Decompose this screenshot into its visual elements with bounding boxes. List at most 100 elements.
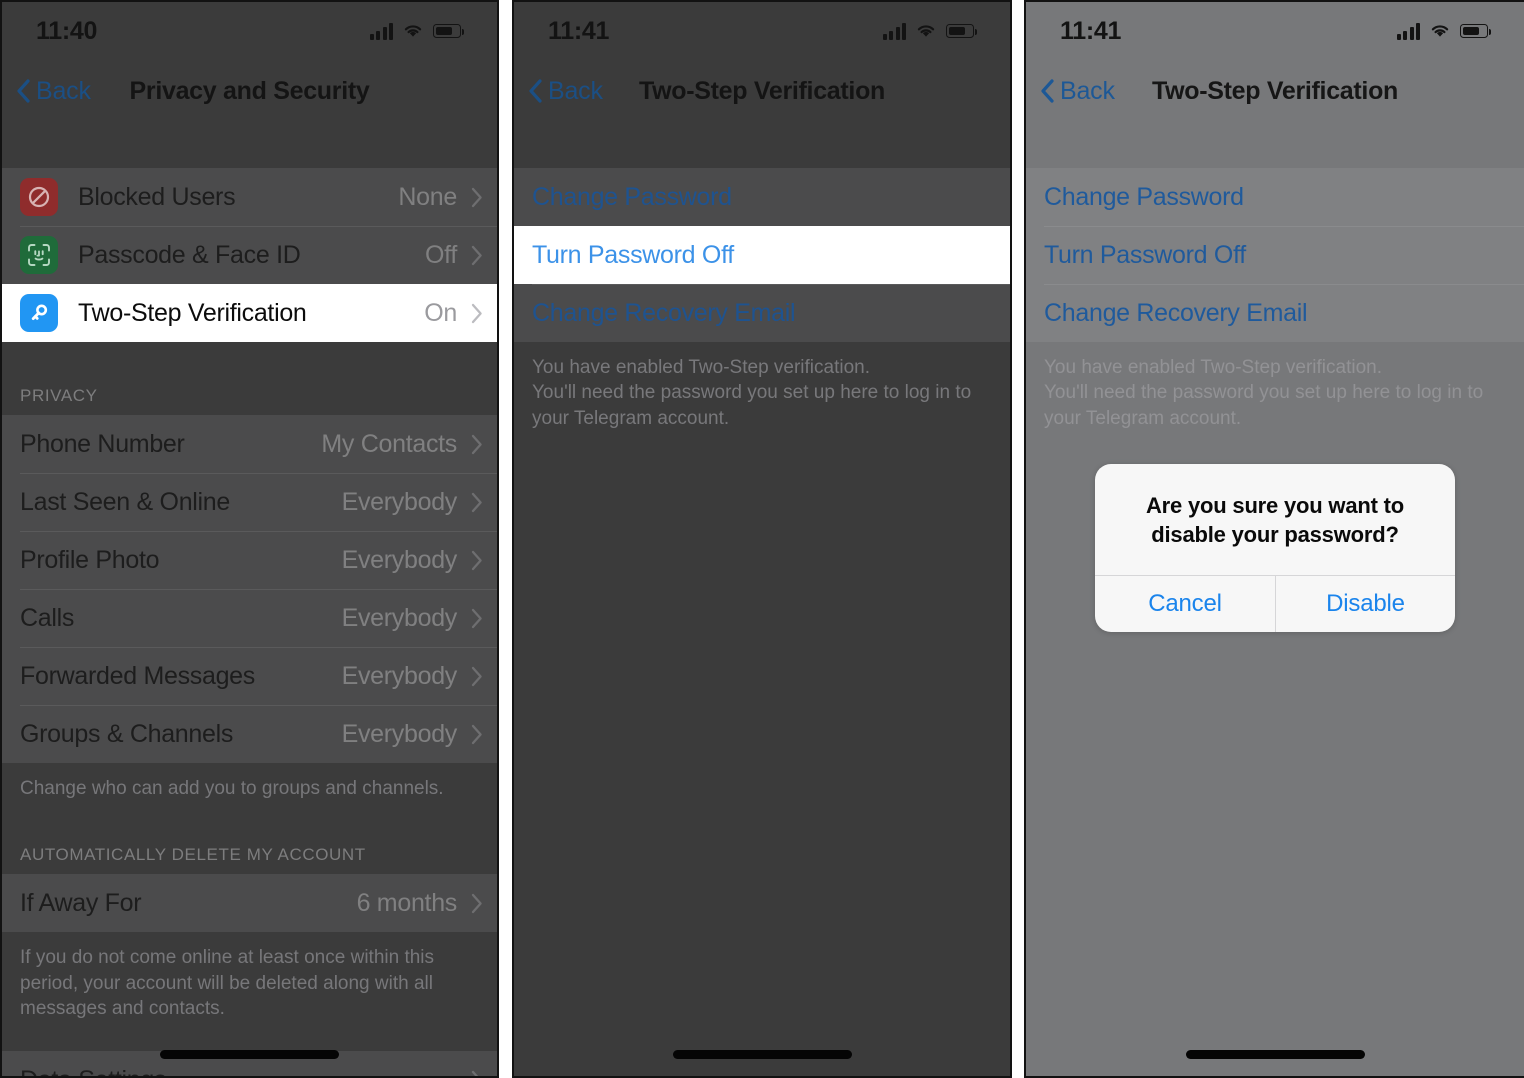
back-button[interactable]: Back: [528, 77, 603, 106]
row-label: Groups & Channels: [20, 719, 234, 748]
cancel-button[interactable]: Cancel: [1095, 576, 1275, 632]
screen-two-step-verification-alert: 11:41 Back Two-Step Verification Change …: [1026, 2, 1524, 1076]
alert-actions: Cancel Disable: [1095, 575, 1455, 633]
chevron-right-icon: [471, 608, 482, 628]
list-top-spacer: [2, 122, 497, 168]
row-if-away-for[interactable]: If Away For 6 months: [2, 874, 497, 932]
screenshot-stage: 11:40 Back Privacy and Security Blocked …: [0, 0, 1524, 1078]
row-change-password[interactable]: Change Password: [514, 168, 1010, 226]
row-label: Last Seen & Online: [20, 487, 231, 516]
cellular-bars-icon: [1396, 22, 1420, 40]
key-icon: [20, 294, 58, 332]
row-label: Turn Password Off: [532, 240, 734, 269]
chevron-right-icon: [471, 245, 482, 265]
disable-password-alert: Are you sure you want to disable your pa…: [1095, 464, 1455, 633]
back-button[interactable]: Back: [16, 77, 91, 106]
row-value: Everybody: [341, 603, 458, 632]
back-label: Back: [36, 76, 91, 105]
two-step-action-list: Change Password Turn Password Off Change…: [514, 168, 1010, 342]
row-value: On: [424, 298, 457, 327]
battery-icon: [946, 24, 977, 38]
chevron-right-icon: [471, 434, 482, 454]
list-top-spacer: [1026, 122, 1524, 168]
row-value: My Contacts: [321, 429, 457, 458]
chevron-right-icon: [471, 893, 482, 913]
chevron-left-icon: [529, 79, 542, 103]
delete-section-spacer: [2, 801, 497, 846]
two-step-footer: You have enabled Two-Step verification. …: [1044, 357, 1484, 429]
wifi-icon: [917, 25, 935, 37]
row-value: 6 months: [356, 888, 458, 917]
wifi-icon: [1431, 25, 1449, 37]
status-clock: 11:40: [36, 16, 98, 45]
alert-body: Are you sure you want to disable your pa…: [1095, 464, 1455, 575]
back-label: Back: [548, 76, 603, 105]
screen-two-step-verification: 11:41 Back Two-Step Verification Change …: [514, 2, 1010, 1076]
home-indicator[interactable]: [514, 1050, 1010, 1059]
row-profile-photo[interactable]: Profile Photo Everybody: [2, 531, 497, 589]
row-change-recovery-email[interactable]: Change Recovery Email: [514, 284, 1010, 342]
status-indicators: [882, 22, 977, 40]
row-turn-password-off[interactable]: Turn Password Off: [514, 226, 1010, 284]
row-forwarded-messages[interactable]: Forwarded Messages Everybody: [2, 647, 497, 705]
row-label: Change Recovery Email: [532, 298, 796, 327]
privacy-section-spacer: [2, 342, 497, 386]
battery-icon: [1460, 24, 1491, 38]
home-indicator[interactable]: [2, 1050, 497, 1059]
row-value: Everybody: [341, 661, 458, 690]
disable-button[interactable]: Disable: [1275, 576, 1455, 633]
status-bar: 11:40: [2, 2, 497, 60]
phone-panel-privacy-and-security: 11:40 Back Privacy and Security Blocked …: [0, 0, 499, 1078]
face-id-icon: [20, 236, 58, 274]
row-turn-password-off[interactable]: Turn Password Off: [1026, 226, 1524, 284]
status-clock: 11:41: [548, 16, 610, 45]
chevron-right-icon: [471, 724, 482, 744]
nav-bar: Back Two-Step Verification: [514, 60, 1010, 122]
row-label: Change Password: [1044, 182, 1244, 211]
back-button[interactable]: Back: [1040, 77, 1115, 106]
privacy-list: Phone Number My Contacts Last Seen & Onl…: [2, 415, 497, 763]
row-label: Two-Step Verification: [78, 298, 307, 327]
chevron-right-icon: [471, 187, 482, 207]
status-bar: 11:41: [1026, 2, 1524, 60]
two-step-action-list: Change Password Turn Password Off Change…: [1026, 168, 1524, 342]
alert-title: Are you sure you want to disable your pa…: [1145, 493, 1405, 547]
row-change-password[interactable]: Change Password: [1026, 168, 1524, 226]
auto-delete-list: If Away For 6 months: [2, 874, 497, 933]
home-indicator[interactable]: [1026, 1050, 1524, 1059]
chevron-right-icon: [471, 492, 482, 512]
phone-panel-disable-password-alert: 11:41 Back Two-Step Verification Change …: [1024, 0, 1524, 1078]
delete-section-footer: If you do not come online at least once …: [20, 947, 435, 1019]
row-last-seen-online[interactable]: Last Seen & Online Everybody: [2, 473, 497, 531]
alert-overlay: Are you sure you want to disable your pa…: [1026, 464, 1524, 633]
two-step-footer: You have enabled Two-Step verification. …: [532, 357, 972, 429]
row-label: Turn Password Off: [1044, 240, 1246, 269]
row-label: Phone Number: [20, 429, 185, 458]
chevron-left-icon: [17, 79, 30, 103]
battery-icon: [433, 24, 464, 38]
row-label: Change Recovery Email: [1044, 298, 1308, 327]
row-groups-channels[interactable]: Groups & Channels Everybody: [2, 705, 497, 763]
phone-panel-two-step-verification: 11:41 Back Two-Step Verification Change …: [512, 0, 1012, 1078]
row-label: Calls: [20, 603, 75, 632]
row-calls[interactable]: Calls Everybody: [2, 589, 497, 647]
nav-bar: Back Privacy and Security: [2, 60, 497, 122]
chevron-right-icon: [471, 1070, 479, 1076]
cellular-bars-icon: [369, 22, 393, 40]
security-list: Blocked Users None Passcode & Face ID Of…: [2, 168, 497, 342]
row-blocked-users[interactable]: Blocked Users None: [2, 168, 497, 226]
row-two-step-verification[interactable]: Two-Step Verification On: [2, 284, 497, 342]
status-clock: 11:41: [1060, 16, 1122, 45]
row-phone-number[interactable]: Phone Number My Contacts: [2, 415, 497, 473]
status-indicators: [1396, 22, 1491, 40]
wifi-icon: [404, 25, 422, 37]
row-change-recovery-email[interactable]: Change Recovery Email: [1026, 284, 1524, 342]
chevron-right-icon: [471, 303, 482, 323]
status-bar: 11:41: [514, 2, 1010, 60]
list-top-spacer: [514, 122, 1010, 168]
cellular-bars-icon: [882, 22, 906, 40]
chevron-left-icon: [1041, 79, 1054, 103]
screen-privacy-and-security: 11:40 Back Privacy and Security Blocked …: [2, 2, 497, 1076]
privacy-section-header: PRIVACY: [20, 386, 98, 405]
row-passcode-face-id[interactable]: Passcode & Face ID Off: [2, 226, 497, 284]
